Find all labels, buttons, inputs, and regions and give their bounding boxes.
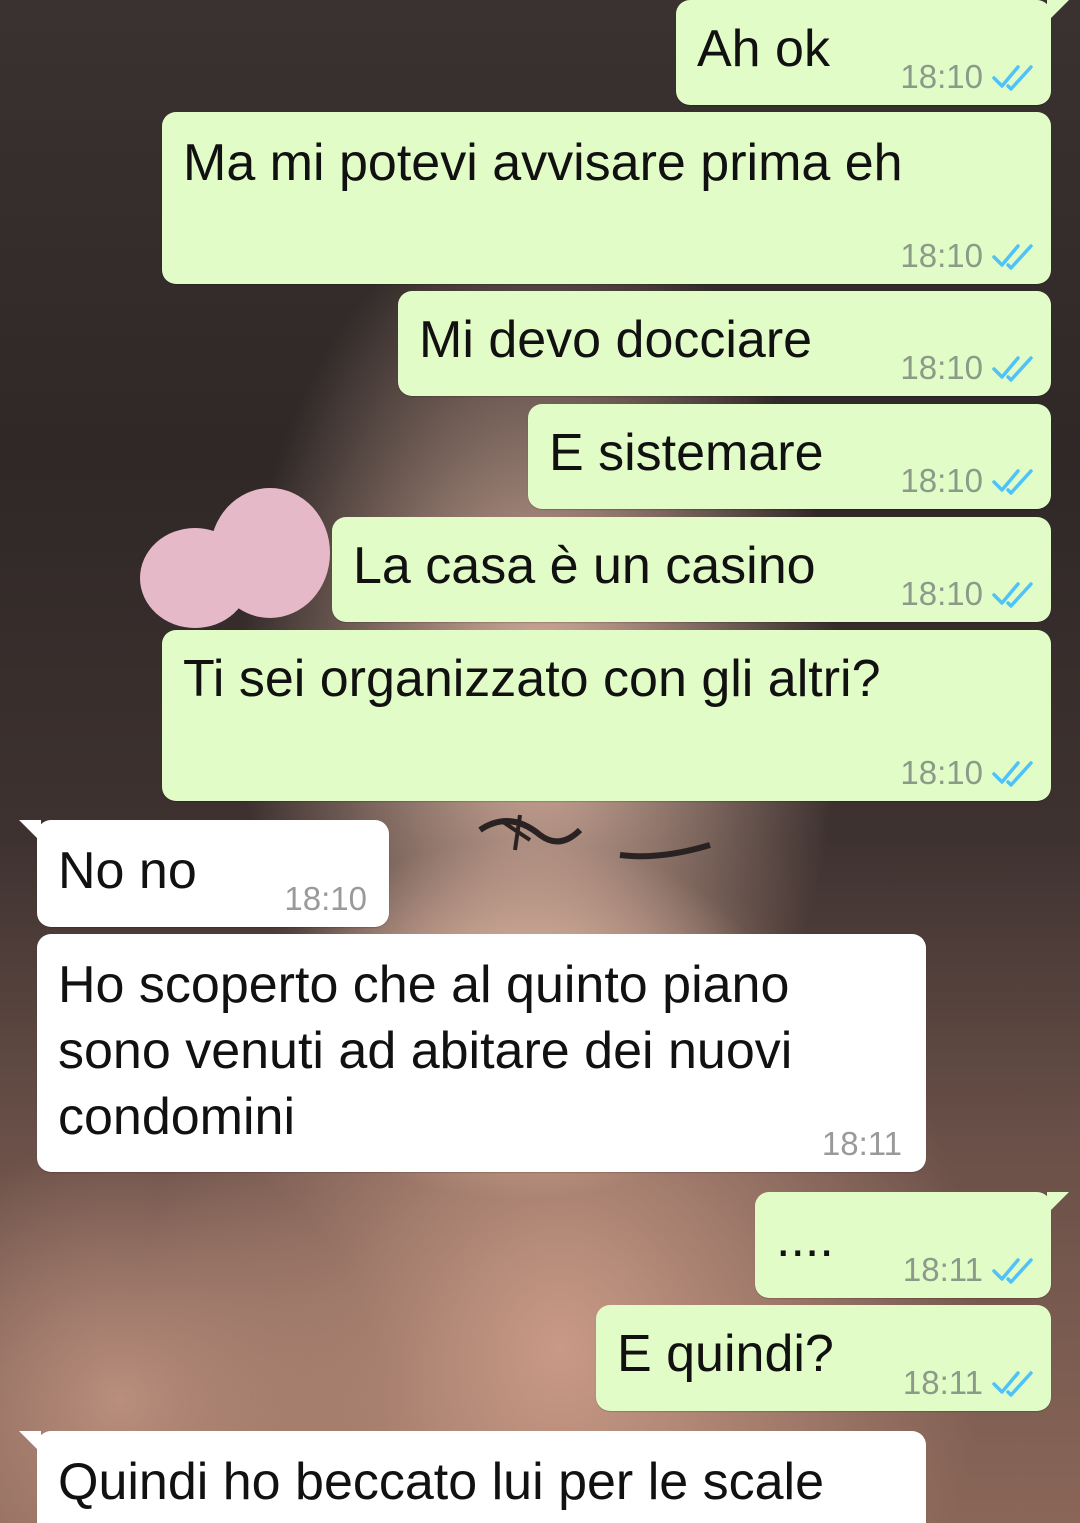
- message-meta: 18:11: [903, 1252, 1035, 1288]
- message-meta: 18:10: [900, 350, 1035, 386]
- message-bubble[interactable]: Ma mi potevi avvisare prima eh 18:10: [162, 112, 1051, 284]
- message-text: No no: [58, 842, 197, 900]
- message-time: 18:11: [821, 1125, 902, 1162]
- chat-area[interactable]: Ah ok 18:10 Ma mi potevi avvisare prima …: [0, 0, 1080, 1523]
- message-meta: 18:10: [284, 881, 367, 917]
- heart-doodle: [140, 488, 340, 638]
- double-check-icon: [992, 1371, 1033, 1397]
- message-bubble[interactable]: Ah ok 18:10: [676, 0, 1069, 105]
- message-text: ....: [776, 1210, 834, 1268]
- double-check-icon: [992, 469, 1033, 495]
- message-bubble[interactable]: No no 18:10: [19, 820, 389, 927]
- message-text: Ho scoperto che al quinto piano sono ven…: [58, 956, 793, 1146]
- message-time: 18:10: [900, 237, 983, 274]
- message-bubble[interactable]: La casa è un casino 18:10: [332, 517, 1051, 622]
- message-time: 18:10: [900, 349, 983, 386]
- double-check-icon: [992, 356, 1033, 382]
- message-text: Ah ok: [697, 20, 830, 78]
- message-time: 18:10: [900, 575, 983, 612]
- message-text: La casa è un casino: [353, 537, 816, 595]
- message-bubble[interactable]: E quindi? 18:11: [596, 1305, 1051, 1411]
- message-text: Quindi ho beccato lui per le scale: [58, 1453, 825, 1511]
- message-meta: 18:10: [900, 238, 1035, 274]
- message-bubble[interactable]: Quindi ho beccato lui per le scale: [19, 1431, 926, 1523]
- double-check-icon: [992, 582, 1033, 608]
- message-meta: 18:11: [822, 1126, 902, 1162]
- message-time: 18:11: [902, 1251, 983, 1288]
- message-meta: 18:11: [903, 1365, 1035, 1401]
- message-text: Ti sei organizzato con gli altri?: [183, 650, 881, 708]
- message-bubble[interactable]: Ti sei organizzato con gli altri? 18:10: [162, 630, 1051, 801]
- message-time: 18:10: [900, 462, 983, 499]
- message-time: 18:10: [284, 880, 367, 917]
- message-meta: 18:10: [900, 463, 1035, 499]
- message-text: Ma mi potevi avvisare prima eh: [183, 134, 903, 192]
- double-check-icon: [992, 761, 1033, 787]
- double-check-icon: [992, 1258, 1033, 1284]
- message-bubble[interactable]: Ho scoperto che al quinto piano sono ven…: [37, 934, 926, 1172]
- double-check-icon: [992, 65, 1033, 91]
- message-time: 18:10: [900, 754, 983, 791]
- message-time: 18:10: [900, 58, 983, 95]
- message-meta: 18:10: [900, 576, 1035, 612]
- message-time: 18:11: [902, 1364, 983, 1401]
- message-text: Mi devo docciare: [419, 311, 813, 369]
- message-bubble[interactable]: E sistemare 18:10: [528, 404, 1051, 509]
- double-check-icon: [992, 244, 1033, 270]
- message-meta: 18:10: [900, 59, 1035, 95]
- message-text: E quindi?: [617, 1325, 834, 1383]
- message-text: E sistemare: [549, 424, 824, 482]
- face-sketch-doodle: [478, 814, 711, 860]
- message-bubble[interactable]: Mi devo docciare 18:10: [398, 291, 1051, 396]
- message-bubble[interactable]: .... 18:11: [755, 1192, 1069, 1298]
- message-meta: 18:10: [900, 755, 1035, 791]
